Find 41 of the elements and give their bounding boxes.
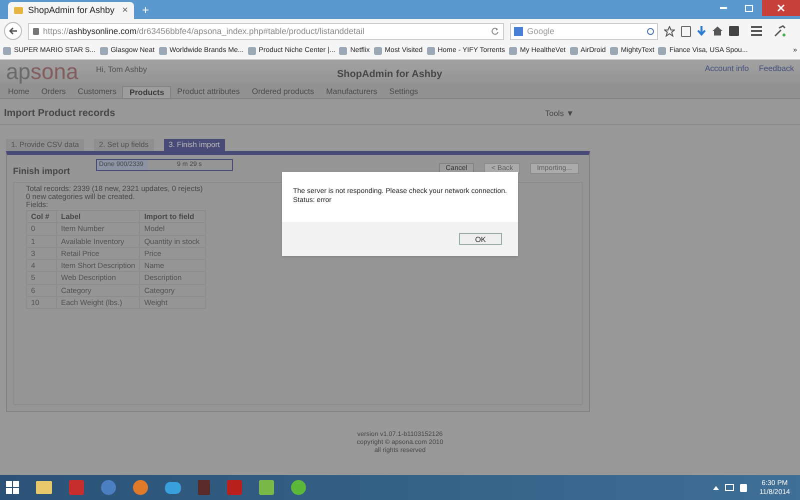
header-link[interactable]: Feedback [758,63,794,75]
menu-icon[interactable] [751,26,762,36]
wrench-icon[interactable] [774,25,786,37]
nav-tab[interactable]: Orders [35,86,72,98]
nav-tab[interactable]: Ordered products [246,86,320,98]
search-engine-icon [514,26,523,36]
speaker-icon[interactable] [740,484,748,492]
tab-title: ShopAdmin for Ashby [28,4,116,17]
reload-icon[interactable] [491,27,499,35]
windows-start-icon[interactable] [6,481,19,494]
header-link[interactable]: Account info [704,63,749,75]
new-tab-button[interactable]: + [138,2,154,19]
site-icon [14,7,23,14]
close-icon[interactable] [762,0,800,16]
star-icon[interactable] [664,26,675,36]
app-title: ShopAdmin for Ashby [336,68,442,82]
nav-tab[interactable]: Home [2,86,36,98]
home-icon[interactable] [712,26,723,36]
url-text: https://ashbysonline.com/dr63456bbfe4/apsona_index.php#table/product/listanddetail [43,24,364,38]
nav-tab[interactable]: Customers [72,86,122,98]
search-icon[interactable] [647,28,654,34]
nav-tab[interactable]: Product attributes [171,86,246,98]
panel-title: Finish import [13,164,71,178]
back-button[interactable] [4,22,22,40]
tools-menu-button[interactable]: Tools ▼ [545,108,574,120]
nav-tab[interactable]: Manufacturers [320,86,384,98]
browser-tab[interactable]: ShopAdmin for Ashby × [8,2,134,19]
address-field[interactable]: https://ashbysonline.com/dr63456bbfe4/apsona_index.php#table/product/listanddetail [28,22,504,40]
back-arrow-icon [8,27,18,35]
search-field[interactable]: Google [510,22,658,40]
nav-tab[interactable]: Products [122,86,172,98]
tray-arrow-icon[interactable] [713,486,720,490]
nav-tab[interactable]: Settings [383,86,424,98]
app-icon[interactable] [291,480,306,495]
tab-close-button[interactable]: × [122,6,128,16]
download-icon[interactable] [697,26,706,36]
lock-icon [33,28,39,34]
network-icon[interactable] [725,484,734,491]
page-title: Import Product records [4,107,116,121]
search-input[interactable]: Google [527,24,643,38]
greeting: Hi, Tom Ashby [96,64,147,76]
